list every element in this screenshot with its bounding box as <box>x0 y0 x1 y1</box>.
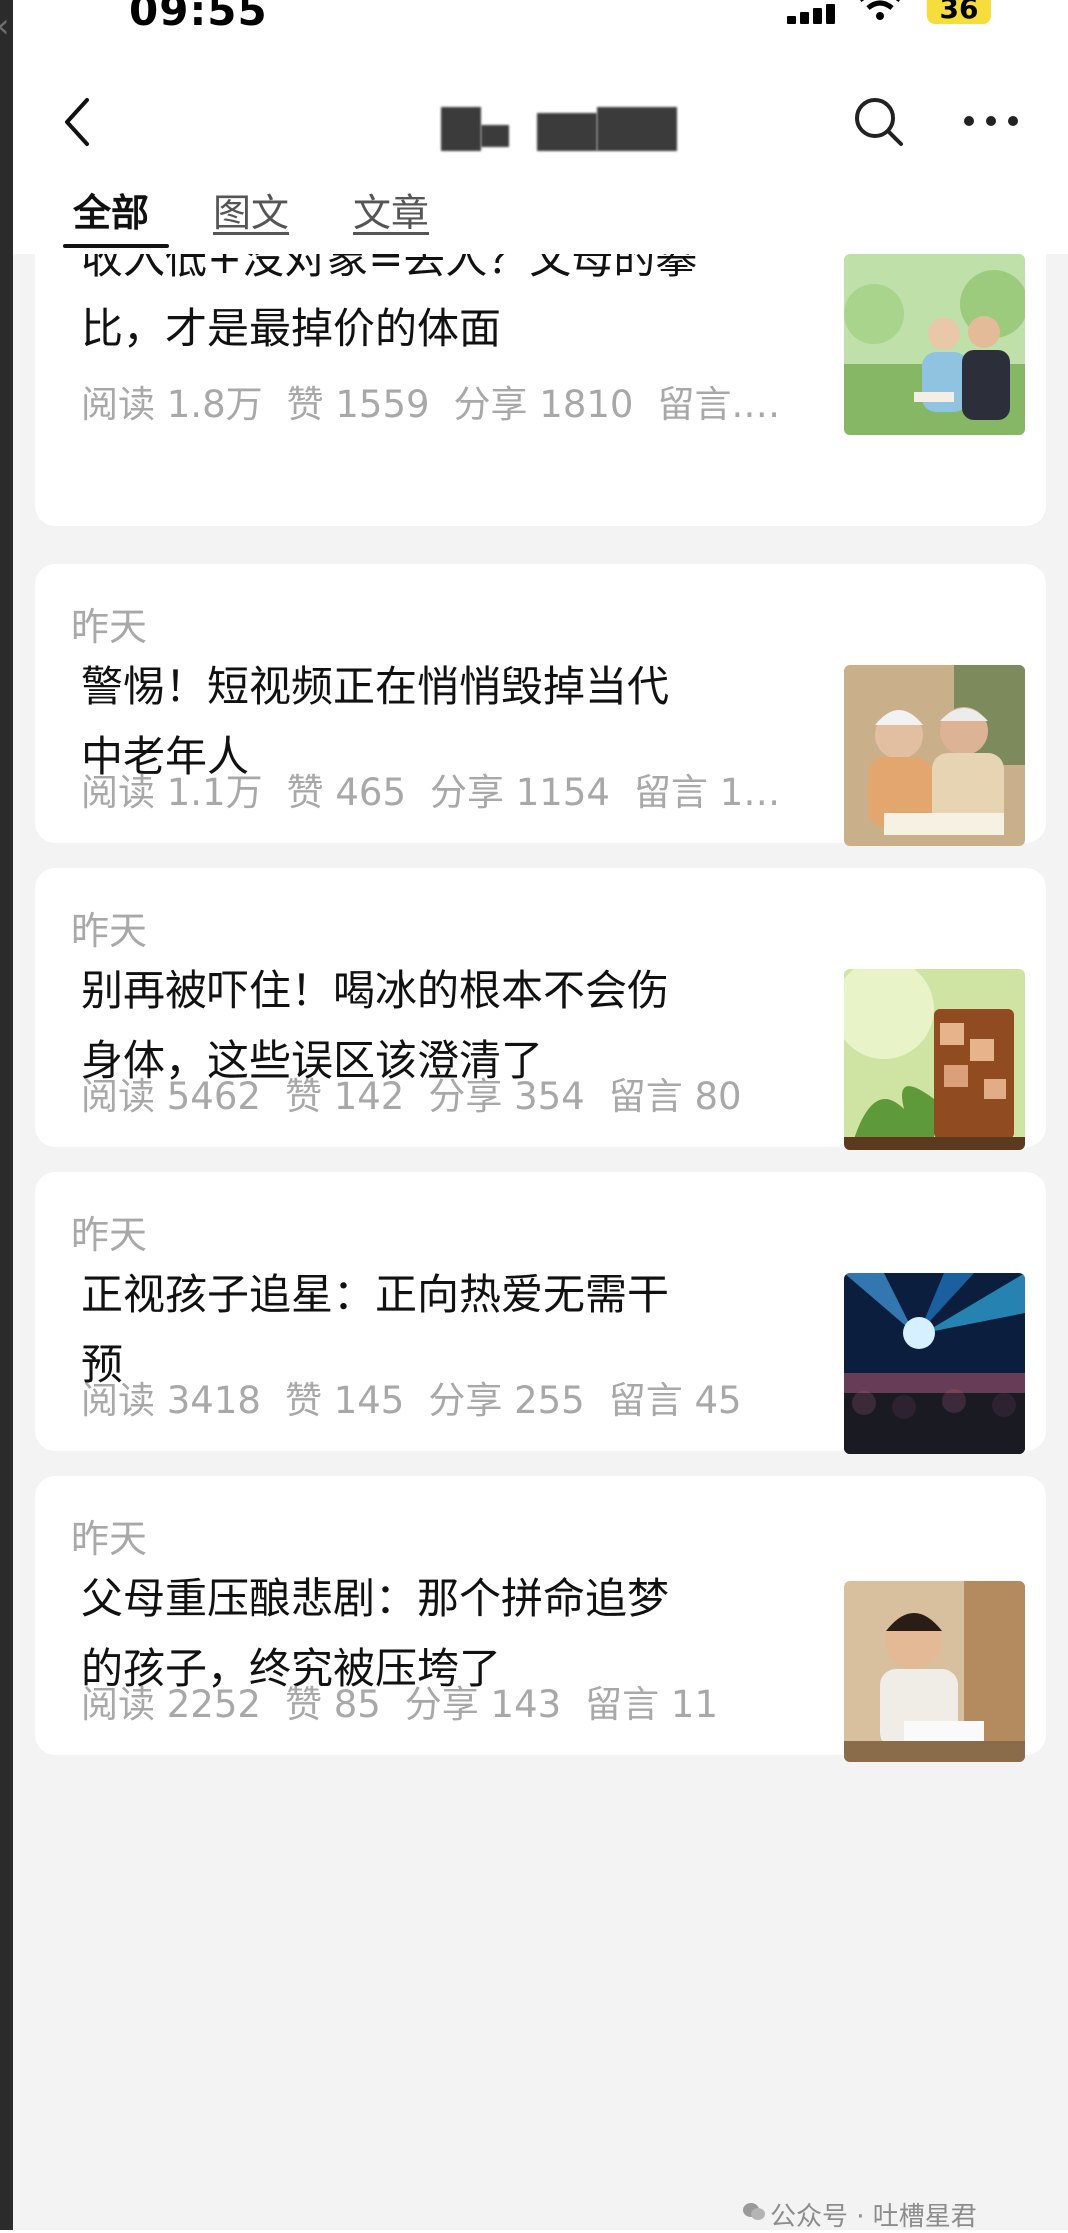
article-stats: 阅读 2252 赞 85 分享 143 留言 11 <box>81 1683 719 1726</box>
search-icon[interactable] <box>851 94 907 150</box>
signal-icon <box>787 4 839 24</box>
article-card[interactable]: 收入低+没对象=丢人？父母的攀 比，才是最掉价的体面 阅读 1.8万赞 1559… <box>35 254 1046 526</box>
article-thumbnail <box>844 665 1025 846</box>
article-date: 昨天 <box>71 1517 148 1561</box>
article-stats: 阅读 5462 赞 142 分享 354 留言 80 <box>81 1075 742 1118</box>
article-card[interactable]: 昨天 父母重压酿悲剧：那个拼命追梦 的孩子，终究被压垮了 阅读 2252 赞 85… <box>35 1476 1046 1762</box>
article-feed[interactable]: 收入低+没对象=丢人？父母的攀 比，才是最掉价的体面 阅读 1.8万赞 1559… <box>13 254 1068 2230</box>
article-thumbnail <box>844 969 1025 1150</box>
article-date: 昨天 <box>71 605 148 649</box>
article-date: 昨天 <box>71 909 148 953</box>
article-title: 收入低+没对象=丢人？父母的攀 比，才是最掉价的体面 <box>81 254 698 353</box>
article-date: 昨天 <box>71 1213 148 1257</box>
article-thumbnail <box>844 1581 1025 1762</box>
account-name-redacted <box>441 107 677 153</box>
more-icon[interactable] <box>961 108 1021 134</box>
article-card[interactable]: 昨天 别再被吓住！喝冰的根本不会伤 身体，这些误区该澄清了 阅读 5462 赞 1… <box>35 868 1046 1150</box>
article-thumbnail <box>844 1273 1025 1454</box>
article-card[interactable]: 昨天 正视孩子追星：正向热爱无需干 预 阅读 3418 赞 145 分享 255 留言… <box>35 1172 1046 1454</box>
status-bar: 09:55 36 <box>13 0 1068 42</box>
tab-image-text[interactable]: 图文 <box>213 182 289 237</box>
tab-articles[interactable]: 文章 <box>353 182 429 237</box>
article-card[interactable]: 昨天 警惕！短视频正在悄悄毁掉当代 中老年人 阅读 1.1万赞 465 分享 11… <box>35 564 1046 846</box>
nav-bar: 全部 图文 文章 <box>13 42 1068 254</box>
status-time: 09:55 <box>129 0 268 35</box>
wechat-icon <box>743 2203 765 2220</box>
tab-all[interactable]: 全部 <box>73 182 149 237</box>
article-stats: 阅读 3418 赞 145 分享 255 留言 45 <box>81 1379 742 1422</box>
back-icon[interactable] <box>57 92 97 152</box>
left-window-edge: ‹ <box>0 0 13 2230</box>
article-stats: 阅读 1.1万赞 465 分享 1154 留言 108 <box>81 771 781 814</box>
article-stats: 阅读 1.8万赞 1559 分享 1810 留言... <box>81 383 767 426</box>
active-tab-indicator <box>63 244 169 248</box>
battery-icon: 36 <box>927 0 991 25</box>
wifi-icon <box>860 0 900 20</box>
article-thumbnail <box>844 254 1025 435</box>
watermark: 公众号 · 吐槽星君 <box>770 2202 977 2232</box>
